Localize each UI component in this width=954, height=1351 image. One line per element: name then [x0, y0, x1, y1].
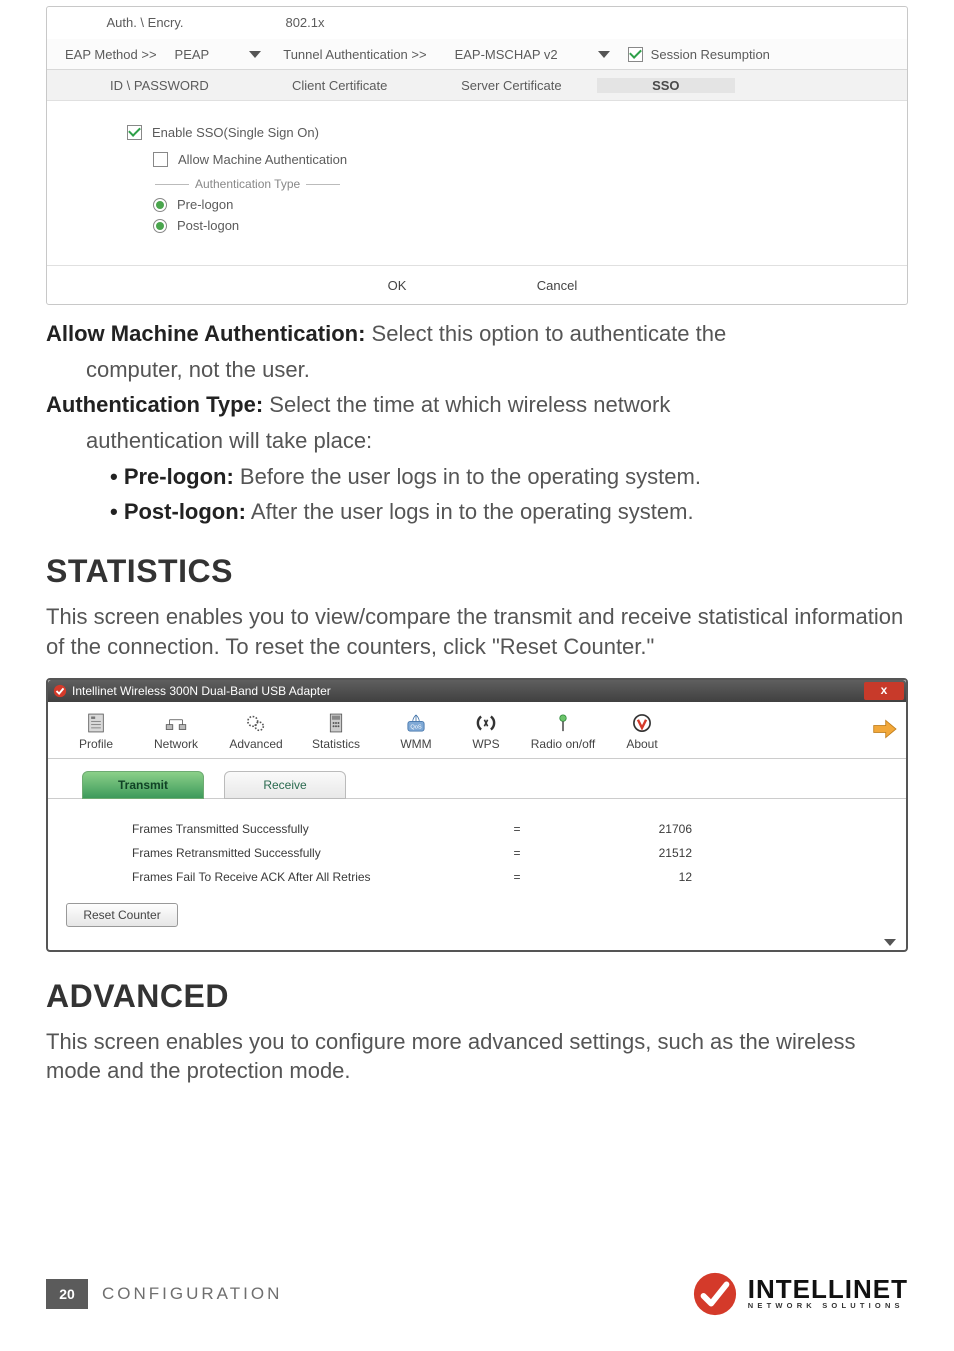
- tunnel-auth-value: EAP-MSCHAP v2: [455, 47, 558, 62]
- stat-row: Frames Retransmitted Successfully = 2151…: [132, 841, 906, 865]
- inner-tab-client-cert[interactable]: Client Certificate: [254, 78, 426, 93]
- toolbar-item-profile[interactable]: Profile: [56, 709, 136, 751]
- wps-icon: [456, 709, 516, 737]
- pre-logon-term: • Pre-logon:: [110, 464, 234, 489]
- app-logo-icon: [52, 683, 68, 699]
- toolbar-item-network[interactable]: Network: [136, 709, 216, 751]
- chevron-down-icon: [598, 51, 610, 58]
- tab-8021x[interactable]: 802.1x: [225, 7, 385, 39]
- toolbar-item-radio[interactable]: Radio on/off: [516, 709, 610, 751]
- pre-logon-radio[interactable]: [153, 198, 167, 212]
- toolbar-item-wps[interactable]: WPS: [456, 709, 516, 751]
- tunnel-auth-label: Tunnel Authentication >>: [283, 47, 426, 62]
- qos-icon: QoS: [376, 709, 456, 737]
- close-button[interactable]: x: [864, 682, 904, 700]
- page-footer: 20 CONFIGURATION INTELLINET NETWORK SOLU…: [46, 1271, 908, 1317]
- toolbar-item-about[interactable]: About: [610, 709, 674, 751]
- brand-logo: INTELLINET NETWORK SOLUTIONS: [692, 1271, 908, 1317]
- body-text: After the user logs in to the operating …: [246, 499, 694, 524]
- body-text: computer, not the user.: [46, 355, 908, 385]
- toolbar-label: About: [610, 737, 674, 751]
- post-logon-term: • Post-logon:: [110, 499, 246, 524]
- inner-tab-sso[interactable]: SSO: [597, 78, 734, 93]
- brand-name: INTELLINET: [748, 1278, 908, 1301]
- allow-machine-auth-term: Allow Machine Authentication:: [46, 321, 365, 346]
- tab-auth-encry[interactable]: Auth. \ Encry.: [65, 7, 225, 39]
- calculator-icon: [296, 709, 376, 737]
- stat-label: Frames Transmitted Successfully: [132, 822, 462, 836]
- svg-text:QoS: QoS: [410, 724, 422, 730]
- stat-label: Frames Retransmitted Successfully: [132, 846, 462, 860]
- equals-sign: =: [462, 870, 572, 884]
- profile-icon: [56, 709, 136, 737]
- page-number: 20: [46, 1279, 88, 1309]
- equals-sign: =: [462, 846, 572, 860]
- toolbar-item-statistics[interactable]: Statistics: [296, 709, 376, 751]
- statistics-window: Intellinet Wireless 300N Dual-Band USB A…: [46, 678, 908, 952]
- chevron-down-icon[interactable]: [884, 939, 896, 946]
- stat-value: 12: [572, 870, 692, 884]
- next-arrow-icon[interactable]: [870, 717, 898, 743]
- brand-mark-icon: [692, 1271, 738, 1317]
- ok-button[interactable]: OK: [362, 278, 432, 293]
- advanced-heading: ADVANCED: [46, 978, 908, 1015]
- chevron-down-icon: [249, 51, 261, 58]
- toolbar-label: Statistics: [296, 737, 376, 751]
- about-icon: [610, 709, 674, 737]
- auth-type-term: Authentication Type:: [46, 392, 263, 417]
- stat-row: Frames Fail To Receive ACK After All Ret…: [132, 865, 906, 889]
- tunnel-auth-dropdown[interactable]: EAP-MSCHAP v2: [455, 47, 610, 62]
- toolbar-label: WPS: [456, 737, 516, 751]
- session-resumption-label: Session Resumption: [651, 47, 770, 62]
- pre-logon-label: Pre-logon: [177, 197, 233, 212]
- auth-type-legend: Authentication Type: [195, 177, 300, 191]
- inner-tab-id-password[interactable]: ID \ PASSWORD: [65, 78, 254, 93]
- statistics-heading: STATISTICS: [46, 553, 908, 590]
- enable-sso-label: Enable SSO(Single Sign On): [152, 125, 319, 140]
- toolbar-label: WMM: [376, 737, 456, 751]
- radio-icon: [516, 709, 610, 737]
- toolbar-label: Advanced: [216, 737, 296, 751]
- body-text: Select this option to authenticate the: [365, 321, 726, 346]
- reset-counter-button[interactable]: Reset Counter: [66, 903, 178, 927]
- eap-method-label: EAP Method >>: [65, 47, 157, 62]
- toolbar-label: Radio on/off: [516, 737, 610, 751]
- gear-icon: [216, 709, 296, 737]
- tab-transmit[interactable]: Transmit: [82, 771, 204, 799]
- stat-value: 21512: [572, 846, 692, 860]
- sso-dialog: Auth. \ Encry. 802.1x EAP Method >> PEAP…: [46, 6, 908, 305]
- window-title: Intellinet Wireless 300N Dual-Band USB A…: [72, 684, 331, 698]
- tab-receive[interactable]: Receive: [224, 771, 346, 799]
- stat-value: 21706: [572, 822, 692, 836]
- stat-row: Frames Transmitted Successfully = 21706: [132, 817, 906, 841]
- section-label: CONFIGURATION: [102, 1284, 282, 1304]
- allow-machine-auth-label: Allow Machine Authentication: [178, 152, 347, 167]
- body-text: authentication will take place:: [46, 426, 908, 456]
- post-logon-label: Post-logon: [177, 218, 239, 233]
- toolbar-label: Network: [136, 737, 216, 751]
- inner-tab-server-cert[interactable]: Server Certificate: [426, 78, 598, 93]
- enable-sso-checkbox[interactable]: [127, 125, 142, 140]
- eap-method-dropdown[interactable]: PEAP: [175, 47, 262, 62]
- body-text: Select the time at which wireless networ…: [263, 392, 670, 417]
- eap-method-value: PEAP: [175, 47, 210, 62]
- stat-label: Frames Fail To Receive ACK After All Ret…: [132, 870, 462, 884]
- allow-machine-auth-checkbox[interactable]: [153, 152, 168, 167]
- equals-sign: =: [462, 822, 572, 836]
- post-logon-radio[interactable]: [153, 219, 167, 233]
- session-resumption-checkbox[interactable]: [628, 47, 643, 62]
- body-text: Before the user logs in to the operating…: [234, 464, 701, 489]
- statistics-intro: This screen enables you to view/compare …: [46, 602, 908, 661]
- toolbar-label: Profile: [56, 737, 136, 751]
- advanced-intro: This screen enables you to configure mor…: [46, 1027, 908, 1086]
- cancel-button[interactable]: Cancel: [522, 278, 592, 293]
- network-icon: [136, 709, 216, 737]
- toolbar-item-advanced[interactable]: Advanced: [216, 709, 296, 751]
- toolbar-item-wmm[interactable]: QoS WMM: [376, 709, 456, 751]
- brand-subtitle: NETWORK SOLUTIONS: [748, 1301, 908, 1310]
- toolbar: Profile Network Advanced Statistics QoS …: [48, 702, 906, 759]
